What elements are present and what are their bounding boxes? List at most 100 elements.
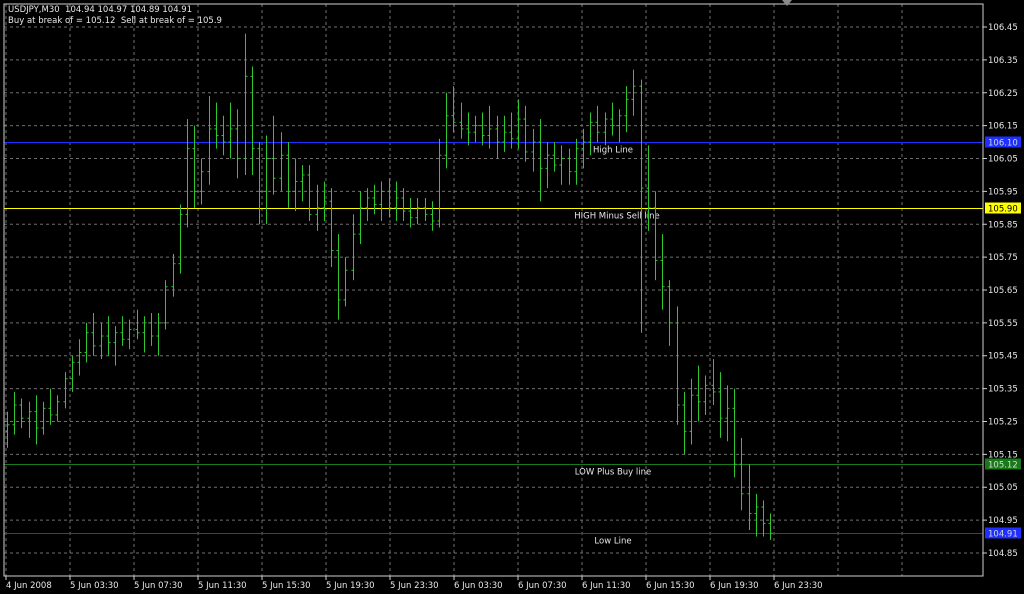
y-tick-label: 104.95 bbox=[988, 516, 1018, 526]
ohlc-bar bbox=[552, 142, 557, 172]
price-tag-label: 105.90 bbox=[988, 205, 1018, 215]
ohlc-bar bbox=[502, 115, 507, 152]
ohlc-bar bbox=[329, 188, 334, 267]
ohlc-bar bbox=[567, 148, 572, 185]
ohlc-bar bbox=[34, 395, 39, 445]
ohlc-bar bbox=[459, 102, 464, 139]
ohlc-bar bbox=[91, 313, 96, 356]
shift-marker-icon[interactable] bbox=[782, 0, 792, 6]
ohlc-bar bbox=[624, 86, 629, 133]
price-tag-label: 106.10 bbox=[988, 139, 1018, 149]
y-tick-label: 104.85 bbox=[988, 549, 1018, 559]
ohlc-bar bbox=[149, 313, 154, 346]
ohlc-bar bbox=[199, 158, 204, 205]
price-tag-label: 105.12 bbox=[988, 461, 1018, 471]
y-tick-label: 105.15 bbox=[988, 450, 1018, 460]
y-tick-label: 105.35 bbox=[988, 385, 1018, 395]
ohlc-bar bbox=[473, 115, 478, 143]
y-tick-label: 105.45 bbox=[988, 352, 1018, 362]
ohlc-bar bbox=[207, 96, 212, 185]
ohlc-bar bbox=[192, 125, 197, 208]
y-tick-label: 105.85 bbox=[988, 220, 1018, 230]
ohlc-bar bbox=[221, 115, 226, 156]
ohlc-bar bbox=[574, 138, 579, 185]
ohlc-bar bbox=[279, 132, 284, 192]
ohlc-bar bbox=[12, 391, 17, 435]
ohlc-bar bbox=[372, 184, 377, 215]
ohlc-bar bbox=[293, 158, 298, 212]
level-lines: High Line 106.10 HIGH Minus Sell line 105.9… bbox=[4, 136, 1021, 547]
x-tick-label: 4 Jun 2008 bbox=[6, 581, 52, 591]
ohlc-bar bbox=[163, 280, 168, 330]
ohlc-bar bbox=[264, 135, 269, 225]
ohlc-bar bbox=[343, 257, 348, 307]
ohlc-bar bbox=[99, 322, 104, 360]
ohlc-bar bbox=[466, 112, 471, 146]
ohlc-bar bbox=[595, 105, 600, 143]
level-line-label: HIGH Minus Sell line bbox=[574, 212, 660, 222]
grid bbox=[4, 4, 983, 576]
ohlc-bar bbox=[675, 306, 680, 425]
x-tick-label: 6 Jun 19:30 bbox=[710, 581, 759, 591]
ohlc-bar bbox=[336, 234, 341, 320]
ohlc-bar bbox=[617, 109, 622, 143]
y-tick-label: 105.65 bbox=[988, 286, 1018, 296]
ohlc-bar bbox=[300, 165, 305, 202]
ohlc-bar bbox=[639, 79, 644, 333]
ohlc-bar bbox=[509, 112, 514, 149]
x-tick-label: 5 Jun 11:30 bbox=[198, 581, 247, 591]
ohlc-bar bbox=[135, 309, 140, 340]
ohlc-bar bbox=[588, 112, 593, 156]
ohlc-bar bbox=[243, 33, 248, 175]
ohlc-bar bbox=[523, 105, 528, 162]
ohlc-bar bbox=[286, 142, 291, 208]
ohlc-bar bbox=[682, 391, 687, 455]
ohlc-bar bbox=[19, 398, 24, 429]
ohlc-bar bbox=[703, 375, 708, 415]
x-tick-label: 6 Jun 15:30 bbox=[646, 581, 695, 591]
level-line-label: Low Line bbox=[594, 537, 631, 547]
price-chart[interactable]: High Line 106.10 HIGH Minus Sell line 105.9… bbox=[0, 0, 1024, 594]
ohlc-bar bbox=[178, 204, 183, 274]
price-tag-label: 104.91 bbox=[988, 530, 1018, 540]
ohlc-bar bbox=[394, 181, 399, 221]
ohlc-bar bbox=[228, 102, 233, 159]
ohlc-bar bbox=[531, 128, 536, 172]
x-tick-label: 6 Jun 03:30 bbox=[454, 581, 503, 591]
ohlc-bar bbox=[127, 319, 132, 350]
ohlc-bar bbox=[437, 138, 442, 228]
ohlc-bar bbox=[257, 142, 262, 225]
ohlc-bar bbox=[610, 102, 615, 136]
ohlc-bar bbox=[696, 365, 701, 422]
x-tick-label: 5 Jun 23:30 bbox=[390, 581, 439, 591]
ohlc-bar bbox=[415, 197, 420, 225]
ohlc-bar bbox=[70, 355, 75, 392]
y-tick-label: 106.05 bbox=[988, 155, 1018, 165]
y-tick-label: 105.55 bbox=[988, 319, 1018, 329]
ohlc-bar bbox=[516, 99, 521, 149]
chart-window[interactable]: High Line 106.10 HIGH Minus Sell line 105.9… bbox=[0, 0, 1024, 594]
x-tick-label: 5 Jun 07:30 bbox=[134, 581, 183, 591]
ohlc-bars bbox=[5, 33, 773, 540]
ohlc-bar bbox=[603, 112, 608, 146]
ohlc-bar bbox=[538, 119, 543, 202]
ohlc-bar bbox=[718, 372, 723, 438]
axes: 106.45 106.35 106.25 106.15 106.05 105.95 105.… bbox=[3, 3, 1018, 591]
x-tick-label: 5 Jun 15:30 bbox=[262, 581, 311, 591]
break-levels-readout: Buy at break of = 105.12 Sell at break o… bbox=[8, 16, 222, 26]
y-tick-label: 105.25 bbox=[988, 417, 1018, 427]
ohlc-bar bbox=[660, 234, 665, 310]
ohlc-bar bbox=[480, 112, 485, 146]
ohlc-bar bbox=[120, 316, 125, 346]
x-tick-label: 6 Jun 07:30 bbox=[518, 581, 567, 591]
ohlc-bar bbox=[48, 388, 53, 425]
level-line-label: High Line bbox=[593, 146, 633, 156]
ohlc-bar bbox=[365, 188, 370, 221]
ohlc-bar bbox=[444, 92, 449, 169]
ohlc-bar bbox=[41, 401, 46, 435]
x-tick-label: 5 Jun 19:30 bbox=[326, 581, 375, 591]
level-line-label: LOW Plus Buy line bbox=[575, 468, 652, 478]
ohlc-bar bbox=[185, 119, 190, 228]
ohlc-bar bbox=[754, 493, 759, 537]
ohlc-bar bbox=[77, 339, 82, 376]
